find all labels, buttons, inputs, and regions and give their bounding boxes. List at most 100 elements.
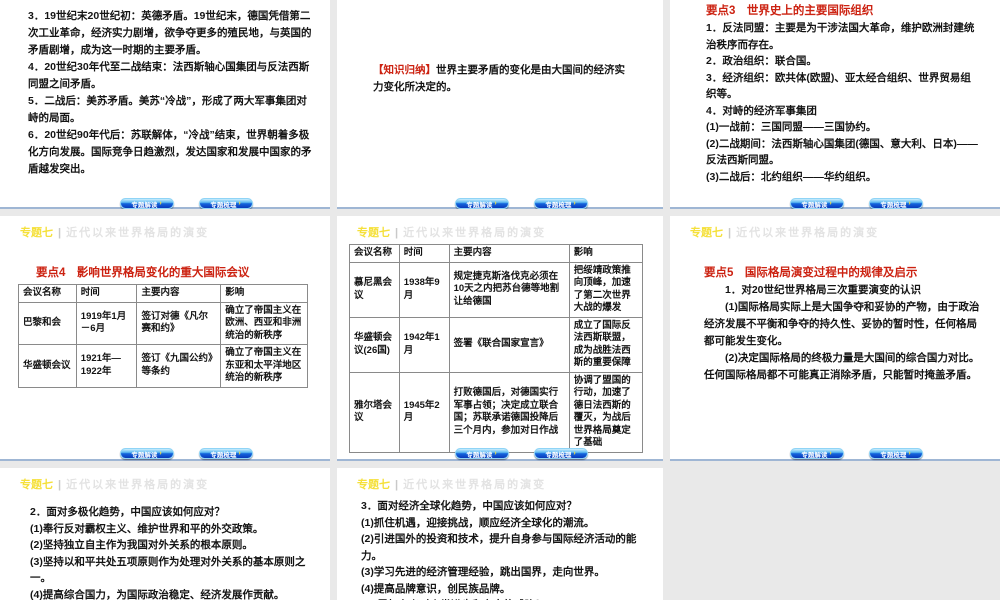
table-header-cell: 时间	[398, 244, 450, 263]
paragraph: (1)抓住机遇，迎接挑战，顺应经济全球化的潮流。	[361, 516, 595, 529]
separator: |	[58, 227, 62, 239]
slide-thumbnail-8[interactable]: 专题七 | 近代以来世界格局的演变 3．面对经济全球化趋势，中国应该如何应对？ (1…	[337, 468, 663, 600]
table-cell: 华盛顿会议	[18, 344, 77, 388]
slide-footer: 专题解读 › 专题梳理 ›	[0, 448, 330, 459]
separator: |	[728, 227, 732, 239]
button-label: 专题梳理	[880, 201, 907, 209]
table-cell: 签署《联合国家宣言》	[448, 316, 570, 373]
paragraph: 4．20世纪30年代至二战结束：法西斯轴心国集团与反法西斯同盟之间矛盾。	[28, 61, 310, 90]
table-header-row: 会议名称 时间 主要内容 影响	[18, 284, 308, 303]
topic-overview-button[interactable]: 专题解读 ›	[789, 448, 844, 459]
paragraph: 3．19世纪末20世纪初：英德矛盾。19世纪末，德国凭借第二次工业革命，经济实力…	[28, 10, 312, 56]
table-cell: 成立了国际反法西斯联盟，成为战胜法西斯的重要保障	[568, 316, 644, 373]
slide-page: 专题七 | 近代以来世界格局的演变 会议名称 时间 主要内容 影响 慕尼黑会议 19…	[337, 216, 663, 461]
topic-overview-button[interactable]: 专题解读 ›	[119, 448, 174, 459]
paragraph: (2)引进国外的投资和技术，提升自身参与国际经济活动的能力。	[361, 533, 637, 562]
slide-body-text: 【知识归纳】世界主要矛盾的变化是由大国间的经济实力变化所决定的。	[373, 62, 635, 96]
topic-badge: 专题七	[20, 479, 53, 491]
slide-body-text: 1．反法同盟：主要是为干涉法国大革命，维护欧洲封建统治秩序而存在。 2．政治组织…	[706, 20, 978, 185]
table-cell: 1919年1月－6月	[75, 301, 138, 345]
paragraph: (2)二战期间：法西斯轴心国集团(德国、意大利、日本)——反法西斯同盟。	[706, 137, 978, 167]
arrow-icon: ›	[908, 200, 911, 207]
knowledge-summary-label: 【知识归纳】	[373, 64, 436, 76]
paragraph: (1)国际格局实际上是大国争夺和妥协的产物，由于政治经济发展不平衡和争夺的持久性…	[704, 301, 980, 347]
paragraph: 3．经济组织：欧共体(欧盟)、亚太经合组织、世界贸易组织等。	[706, 71, 971, 101]
slide-header: 专题七 | 近代以来世界格局的演变	[20, 224, 209, 240]
conference-table: 会议名称 时间 主要内容 影响 巴黎和会 1919年1月－6月 签订对德《凡尔赛…	[18, 284, 308, 388]
topic-title: 近代以来世界格局的演变	[403, 479, 547, 491]
table-cell: 签订《九国公约》等条约	[136, 344, 222, 388]
paragraph: (4)提高品牌意识，创民族品牌。	[361, 582, 511, 595]
paragraph: 1．对20世纪世界格局三次重要演变的认识	[725, 284, 922, 296]
arrow-icon: ›	[573, 200, 576, 207]
topic-overview-button[interactable]: 专题解读 ›	[119, 198, 174, 209]
topic-outline-button[interactable]: 专题梳理 ›	[533, 198, 588, 209]
slide-footer: 专题解读 › 专题梳理 ›	[0, 198, 330, 209]
table-header-cell: 会议名称	[18, 284, 77, 303]
slide-thumbnail-2[interactable]: 【知识归纳】世界主要矛盾的变化是由大国间的经济实力变化所决定的。 专题解读 › 专…	[337, 0, 663, 209]
topic-badge: 专题七	[357, 479, 390, 491]
table-cell: 华盛顿会议(26国)	[349, 316, 400, 373]
slide-page: 专题七 | 近代以来世界格局的演变 要点5 国际格局演变过程中的规律及启示 1．对2…	[670, 216, 1000, 461]
paragraph: 4．对峙的经济军事集团	[706, 104, 817, 117]
topic-badge: 专题七	[20, 227, 53, 239]
paragraph: 1．反法同盟：主要是为干涉法国大革命，维护欧洲封建统治秩序而存在。	[706, 22, 975, 51]
slide-header: 专题七 | 近代以来世界格局的演变	[357, 476, 546, 492]
topic-outline-button[interactable]: 专题梳理 ›	[198, 448, 253, 459]
paragraph: 【知识归纳】世界主要矛盾的变化是由大国间的经济实力变化所决定的。	[373, 62, 635, 96]
slide-thumbnail-3[interactable]: 要点3 世界史上的主要国际组织 1．反法同盟：主要是为干涉法国大革命，维护欧洲封…	[670, 0, 1000, 209]
paragraph: 2．面对多极化趋势，中国应该如何应对？	[30, 506, 225, 518]
button-label: 专题梳理	[210, 201, 237, 209]
slide-thumbnail-5[interactable]: 专题七 | 近代以来世界格局的演变 会议名称 时间 主要内容 影响 慕尼黑会议 19…	[337, 216, 663, 461]
slide-header: 专题七 | 近代以来世界格局的演变	[20, 476, 209, 492]
paragraph: (1)奉行反对霸权主义、维护世界和平的外交政策。	[30, 522, 264, 535]
slide-footer: 专题解读 › 专题梳理 ›	[337, 448, 663, 459]
slide-page: 要点3 世界史上的主要国际组织 1．反法同盟：主要是为干涉法国大革命，维护欧洲封…	[670, 0, 1000, 209]
slide-body-text: 2．面对多极化趋势，中国应该如何应对？ (1)奉行反对霸权主义、维护世界和平的外…	[30, 504, 310, 600]
arrow-icon: ›	[494, 200, 497, 207]
table-header-cell: 主要内容	[448, 244, 570, 263]
topic-badge: 专题七	[690, 227, 723, 239]
topic-title: 近代以来世界格局的演变	[66, 227, 210, 239]
button-label: 专题解读	[466, 451, 493, 459]
arrow-icon: ›	[494, 450, 497, 457]
slide-thumbnail-7[interactable]: 专题七 | 近代以来世界格局的演变 2．面对多极化趋势，中国应该如何应对？ (1)奉…	[0, 468, 330, 600]
arrow-icon: ›	[238, 450, 241, 457]
topic-overview-button[interactable]: 专题解读 ›	[454, 448, 509, 459]
button-label: 专题解读	[466, 201, 493, 209]
table-header-cell: 影响	[568, 244, 644, 263]
button-label: 专题解读	[131, 451, 158, 459]
button-label: 专题梳理	[545, 201, 572, 209]
slide-thumbnail-6[interactable]: 专题七 | 近代以来世界格局的演变 要点5 国际格局演变过程中的规律及启示 1．对2…	[670, 216, 1000, 461]
topic-outline-button[interactable]: 专题梳理 ›	[198, 198, 253, 209]
topic-outline-button[interactable]: 专题梳理 ›	[868, 198, 923, 209]
button-label: 专题梳理	[880, 451, 907, 459]
key-point-heading: 要点4 影响世界格局变化的重大国际会议	[36, 267, 250, 279]
topic-overview-button[interactable]: 专题解读 ›	[454, 198, 509, 209]
arrow-icon: ›	[159, 200, 162, 207]
slide-footer: 专题解读 › 专题梳理 ›	[670, 198, 1000, 209]
paragraph: (3)坚持以和平共处五项原则作为处理对外关系的基本原则之一。	[30, 555, 306, 585]
table-row: 雅尔塔会议 1945年2月 打败德国后，对德国实行军事占领；决定成立联合国；苏联…	[349, 371, 644, 453]
slide-thumbnail-1[interactable]: 3．19世纪末20世纪初：英德矛盾。19世纪末，德国凭借第二次工业革命，经济实力…	[0, 0, 330, 209]
table-cell: 规定捷克斯洛伐克必须在10天之内把苏台德等地割让给德国	[448, 261, 570, 318]
slide-page: 专题七 | 近代以来世界格局的演变 2．面对多极化趋势，中国应该如何应对？ (1)奉…	[0, 468, 330, 600]
slide-thumbnail-4[interactable]: 专题七 | 近代以来世界格局的演变 要点4 影响世界格局变化的重大国际会议 会议名称…	[0, 216, 330, 461]
topic-outline-button[interactable]: 专题梳理 ›	[868, 448, 923, 459]
arrow-icon: ›	[159, 450, 162, 457]
slide-page: 【知识归纳】世界主要矛盾的变化是由大国间的经济实力变化所决定的。 专题解读 › 专…	[337, 0, 663, 209]
table-cell: 1942年1月	[398, 316, 450, 373]
topic-overview-button[interactable]: 专题解读 ›	[789, 198, 844, 209]
slide-header: 专题七 | 近代以来世界格局的演变	[357, 224, 546, 240]
slide-sorter-grid: 3．19世纪末20世纪初：英德矛盾。19世纪末，德国凭借第二次工业革命，经济实力…	[0, 0, 1000, 600]
arrow-icon: ›	[829, 200, 832, 207]
paragraph: (2)坚持独立自主作为我国对外关系的根本原则。	[30, 539, 253, 551]
slide-footer: 专题解读 › 专题梳理 ›	[337, 198, 663, 209]
paragraph: 5．二战后：美苏矛盾。美苏“冷战”，形成了两大军事集团对峙的局面。	[28, 95, 307, 124]
topic-outline-button[interactable]: 专题梳理 ›	[533, 448, 588, 459]
paragraph: 6．20世纪90年代后：苏联解体，“冷战”结束，世界朝着多极化方向发展。国际竞争…	[28, 129, 312, 175]
topic-title: 近代以来世界格局的演变	[736, 227, 880, 239]
separator: |	[395, 479, 399, 491]
slide-header: 专题七 | 近代以来世界格局的演变	[690, 224, 879, 240]
slide-page: 专题七 | 近代以来世界格局的演变 要点4 影响世界格局变化的重大国际会议 会议名称…	[0, 216, 330, 461]
